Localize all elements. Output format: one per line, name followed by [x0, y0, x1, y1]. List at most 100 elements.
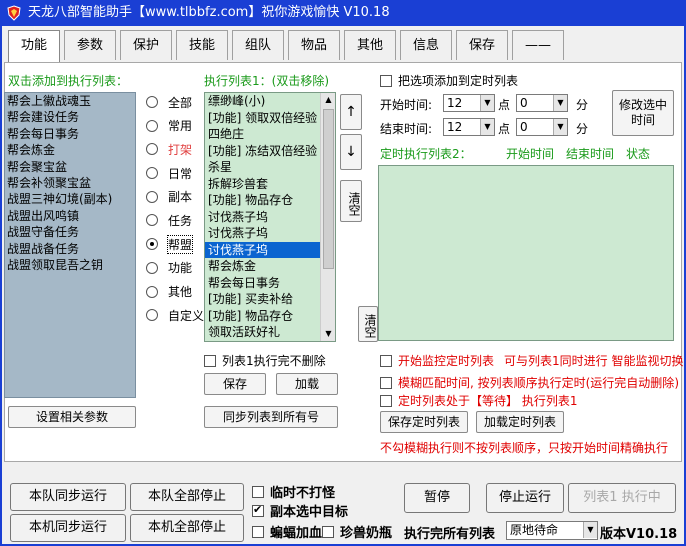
local-sync-run-button[interactable]: 本机同步运行	[10, 514, 126, 542]
window-title: 天龙八部智能助手【www.tlbbfz.com】祝你游戏愉快 V10.18	[28, 5, 390, 20]
chevron-down-icon: ▼	[480, 119, 494, 135]
available-task-list[interactable]: 帮会上徽战魂玉 帮会建设任务 帮会每日事务 帮会炼金 帮会聚宝盆 帮会补领聚宝盆…	[4, 92, 136, 398]
fuzzy-match-checkbox[interactable]: 模糊匹配时间, 按列表顺序执行定时(运行完自动删除)	[380, 374, 679, 391]
list-item[interactable]: 讨伐燕子坞	[205, 225, 335, 242]
list-item[interactable]: 杀星	[205, 159, 335, 176]
tab-function[interactable]: 功能	[8, 30, 60, 63]
list-item[interactable]: 帮会建设任务	[5, 109, 135, 125]
after-exec-label: 执行完所有列表	[404, 527, 496, 542]
list-item[interactable]: 讨伐燕子坞	[205, 209, 335, 226]
radio-function[interactable]: 功能	[146, 260, 204, 276]
team-stop-all-button[interactable]: 本队全部停止	[130, 483, 244, 511]
list-item[interactable]: 帮会每日事务	[5, 126, 135, 142]
list-item[interactable]: [功能] 物品存仓	[205, 308, 335, 325]
radio-custom[interactable]: 自定义	[146, 307, 204, 323]
radio-all[interactable]: 全部	[146, 94, 204, 110]
pause-button[interactable]: 暂停	[404, 483, 470, 513]
local-stop-all-button[interactable]: 本机全部停止	[130, 514, 244, 542]
chevron-down-icon: ▼	[480, 95, 494, 111]
move-up-button[interactable]: ↑	[340, 94, 362, 130]
no-delete-checkbox[interactable]: 列表1执行完不删除	[204, 352, 326, 369]
tab-save[interactable]: 保存	[456, 30, 508, 60]
modify-time-button[interactable]: 修改选中时间	[612, 90, 674, 136]
col-status: 状态	[626, 147, 651, 161]
list-item[interactable]: [功能] 物品存仓	[205, 192, 335, 209]
exec-list-1[interactable]: 缥缈峰(小) [功能] 领取双倍经验 四绝庄 [功能] 冻结双倍经验 杀星 拆解…	[204, 92, 336, 342]
load-timer-list-button[interactable]: 加载定时列表	[476, 411, 564, 433]
title-bar: 天龙八部智能助手【www.tlbbfz.com】祝你游戏愉快 V10.18	[0, 0, 686, 26]
monitor-timer-checkbox[interactable]: 开始监控定时列表 可与列表1同时进行 智能监视切换	[380, 352, 683, 369]
pet-milk-checkbox[interactable]: 珍兽奶瓶	[322, 522, 392, 541]
col-start-time: 开始时间	[506, 147, 555, 161]
list-item[interactable]: 战盟领取昆吾之钥	[5, 257, 135, 273]
copy-select-checkbox[interactable]: 副本选中目标	[252, 501, 348, 520]
scroll-down-icon[interactable]: ▼	[322, 327, 335, 341]
settings-button[interactable]: 设置相关参数	[8, 406, 136, 428]
list-item[interactable]: 战盟守备任务	[5, 224, 135, 240]
start-minute-select[interactable]: 0 ▼	[516, 94, 568, 112]
scroll-thumb[interactable]	[323, 109, 334, 269]
stop-button[interactable]: 停止运行	[486, 483, 564, 513]
start-hour-select[interactable]: 12 ▼	[443, 94, 495, 112]
tab-other[interactable]: 其他	[344, 30, 396, 60]
list-item[interactable]: 四绝庄	[205, 126, 335, 143]
save-list-button[interactable]: 保存	[204, 373, 266, 395]
save-timer-list-button[interactable]: 保存定时列表	[380, 411, 468, 433]
tab-items[interactable]: 物品	[288, 30, 340, 60]
list-item[interactable]: 帮会上徽战魂玉	[5, 93, 135, 109]
end-minute-select[interactable]: 0 ▼	[516, 118, 568, 136]
tab-skills[interactable]: 技能	[176, 30, 228, 60]
list-item[interactable]: [功能] 冻结双倍经验	[205, 143, 335, 160]
minute-unit-label: 分	[576, 98, 589, 112]
tab-team[interactable]: 组队	[232, 30, 284, 60]
radio-quest[interactable]: 任务	[146, 212, 204, 228]
list1-running-button[interactable]: 列表1 执行中	[568, 483, 676, 513]
list-item[interactable]: 战盟战备任务	[5, 241, 135, 257]
list-item[interactable]: 战盟三神幻境(副本)	[5, 191, 135, 207]
list-item[interactable]: [功能] 买卖补给	[205, 291, 335, 308]
list-item[interactable]: 战盟出风鸣镇	[5, 208, 135, 224]
left-list-header: 双击添加到执行列表：	[8, 74, 129, 88]
category-radio-group: 全部 常用 打架 日常 副本 任务 帮盟 功能 其他 自定义	[146, 94, 204, 323]
end-hour-select[interactable]: 12 ▼	[443, 118, 495, 136]
list-item[interactable]: [功能] 领取双倍经验	[205, 110, 335, 127]
tab-params[interactable]: 参数	[64, 30, 116, 60]
radio-daily[interactable]: 日常	[146, 165, 204, 181]
no-fight-checkbox[interactable]: 临时不打怪	[252, 482, 335, 501]
radio-guild[interactable]: 帮盟	[146, 234, 204, 254]
list-item[interactable]: 缥缈峰(小)	[205, 93, 335, 110]
sync-list-button[interactable]: 同步列表到所有号	[204, 406, 338, 428]
add-to-timer-checkbox[interactable]: 把选项添加到定时列表	[380, 72, 518, 89]
tab-info[interactable]: 信息	[400, 30, 452, 60]
radio-fight[interactable]: 打架	[146, 141, 204, 157]
radio-common[interactable]: 常用	[146, 118, 204, 134]
tab-bar: 功能 参数 保护 技能 组队 物品 其他 信息 保存 ——	[8, 30, 568, 63]
start-time-label: 开始时间:	[380, 98, 433, 112]
list-item[interactable]: 帮会炼金	[205, 258, 335, 275]
list-item[interactable]: 帮会补领聚宝盆	[5, 175, 135, 191]
clear-exec-list-button[interactable]: 清空	[340, 180, 362, 222]
list-item[interactable]: 拆解珍兽套	[205, 176, 335, 193]
timer-list-2[interactable]	[378, 165, 674, 341]
radio-other[interactable]: 其他	[146, 284, 204, 300]
hour-unit-label: 点	[498, 98, 511, 112]
tab-protect[interactable]: 保护	[120, 30, 172, 60]
bat-blood-checkbox[interactable]: 蝙蝠加血	[252, 522, 322, 541]
after-exec-select[interactable]: 原地待命 ▼	[506, 521, 598, 540]
hour-unit-label: 点	[498, 122, 511, 136]
chevron-down-icon: ▼	[553, 119, 567, 135]
move-down-button[interactable]: ↓	[340, 134, 362, 170]
list-item-selected[interactable]: 讨伐燕子坞	[205, 241, 335, 258]
scroll-up-icon[interactable]: ▲	[322, 93, 335, 107]
radio-dungeon[interactable]: 副本	[146, 189, 204, 205]
tab-dash[interactable]: ——	[512, 30, 564, 60]
team-sync-run-button[interactable]: 本队同步运行	[10, 483, 126, 511]
clear-timer-list-button[interactable]: 清空	[358, 306, 378, 342]
list-item[interactable]: 帮会炼金	[5, 142, 135, 158]
load-list-button[interactable]: 加载	[276, 373, 338, 395]
exec-list-scrollbar[interactable]: ▲ ▼	[320, 93, 335, 341]
wait-exec-checkbox[interactable]: 定时列表处于【等待】 执行列表1	[380, 392, 577, 409]
list-item[interactable]: 帮会聚宝盆	[5, 159, 135, 175]
list-item[interactable]: 领取活跃好礼	[205, 324, 335, 341]
list-item[interactable]: 帮会每日事务	[205, 275, 335, 292]
